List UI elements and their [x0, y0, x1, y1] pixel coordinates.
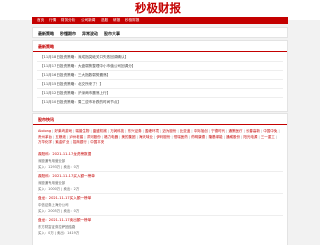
stock-link[interactable]: 伊利股份: [156, 135, 170, 139]
stock-link[interactable]: 阳光电源: [243, 135, 257, 139]
divider: [37, 79, 283, 80]
post-line: 买入：1293万 | 卖出：0万: [38, 165, 80, 169]
strategy-item[interactable]: 【11月12日投资策略：沪深两市震荡上行】: [40, 90, 110, 96]
top-nav: 首页 行情 财务分析 公司新闻 选股 研报 秒极财报: [32, 17, 288, 24]
stock-link[interactable]: 中国中免: [263, 129, 277, 133]
stock-link[interactable]: 比亚迪: [180, 129, 191, 133]
post-line: 买入：0万 | 卖出：1419万: [38, 231, 80, 235]
post-line: 深股通专用营业部: [38, 181, 66, 185]
stock-link[interactable]: 万润科技: [110, 129, 124, 133]
stock-link[interactable]: 好莱坞游戏: [54, 129, 72, 133]
stock-link[interactable]: 三一重工: [261, 135, 275, 139]
stock-link[interactable]: 恒瑞医药: [174, 135, 188, 139]
tab-futures[interactable]: 秒懂期市: [60, 28, 76, 39]
site-logo[interactable]: 秒极财报: [135, 1, 187, 16]
divider: [37, 171, 283, 172]
news-title-divider: [33, 124, 287, 125]
stock-link-list: Aiolong | 好莱坞游戏 | 瑞普生物 | 晶盛机械 | 万润科技 | 东…: [38, 129, 284, 146]
stock-link[interactable]: 药明康德: [191, 135, 205, 139]
nav-item-miaoji[interactable]: 秒极财报: [125, 17, 139, 24]
post-title[interactable]: 鼎阳科：2021-11-17龙虎榜数据: [38, 152, 91, 157]
stock-link[interactable]: 宁德时代: [211, 129, 225, 133]
strategy-item[interactable]: 【11月16日投资策略：三大指数弱势震荡】: [40, 72, 110, 78]
stock-link[interactable]: 泸州老窖: [69, 135, 83, 139]
nav-item-financial-analysis[interactable]: 财务分析: [61, 17, 75, 24]
tab-bar: 最新策略 秒懂期市 异常波动 股市大事: [32, 27, 288, 38]
strategy-item[interactable]: 【11月10日投资策略：周二逆市补跌的时间节点】: [40, 99, 121, 105]
stock-link[interactable]: 迈为股份: [162, 129, 176, 133]
stock-link[interactable]: 瑞普生物: [75, 129, 89, 133]
stock-link[interactable]: 紫金矿业: [55, 140, 69, 144]
stock-link[interactable]: 海天味业: [139, 135, 153, 139]
nav-item-quotes[interactable]: 行情: [49, 17, 56, 24]
post-title[interactable]: 鼎阳科：2021-11-17买入额一榜单: [38, 174, 95, 179]
stock-link-separator: |: [277, 129, 280, 133]
divider: [37, 215, 283, 216]
stock-link[interactable]: 隆基绿能: [209, 135, 223, 139]
strategy-title: 最新策略: [38, 44, 54, 49]
stock-link[interactable]: 通策医疗: [229, 129, 243, 133]
stock-link[interactable]: 盈峰环境: [145, 129, 159, 133]
divider: [37, 70, 283, 71]
stock-link[interactable]: 贵州茅台: [38, 135, 52, 139]
stock-link[interactable]: 通威股份: [226, 135, 240, 139]
stock-link[interactable]: Aiolong: [38, 129, 51, 133]
strategy-item[interactable]: 【11月15日投资策略：北交所来了！】: [40, 81, 103, 87]
strategy-panel: 最新策略 【11月18日投资策略：深成指突破关口失败回调确认】 【11月17日投…: [32, 40, 288, 112]
post-line: 东方财富证券拉萨团结路: [38, 225, 76, 229]
stock-link[interactable]: 万华化学: [38, 140, 52, 144]
tab-latest-strategy[interactable]: 最新策略: [38, 28, 54, 39]
news-title: 股市快讯: [38, 117, 54, 122]
stock-link[interactable]: 五粮液: [55, 135, 66, 139]
stock-link[interactable]: 长春高新: [246, 129, 260, 133]
stock-link[interactable]: 中际旭创: [194, 129, 208, 133]
post-title[interactable]: 盘龙：2021-11-17卖出额一榜单: [38, 218, 91, 223]
nav-item-home[interactable]: 首页: [37, 17, 44, 24]
stock-link[interactable]: 格力电器: [104, 135, 118, 139]
post-line: 买入：1000万 | 卖出：2万: [38, 187, 80, 191]
divider: [37, 61, 283, 62]
nav-item-company-news[interactable]: 公司新闻: [81, 17, 95, 24]
divider: [37, 88, 283, 89]
post-line: 买入：2005万 | 卖出：0万: [38, 209, 80, 213]
tab-market-events[interactable]: 股市大事: [104, 28, 120, 39]
strategy-title-divider: [33, 51, 287, 52]
nav-item-research[interactable]: 研报: [113, 17, 120, 24]
post-title[interactable]: 盘龙：2021-11-17买入额一榜单: [38, 196, 91, 201]
stock-link[interactable]: 晶盛机械: [93, 129, 107, 133]
nav-item-stock-picking[interactable]: 选股: [101, 17, 108, 24]
divider: [37, 193, 283, 194]
stock-link-separator: |: [274, 134, 278, 139]
post-line: 中信证券上海分公司: [38, 203, 69, 207]
strategy-item[interactable]: 【11月18日投资策略：深成指突破关口失败回调确认】: [40, 54, 128, 60]
divider: [37, 97, 283, 98]
stock-link[interactable]: 东兴证券: [128, 129, 142, 133]
news-panel: 股市快讯 Aiolong | 好莱坞游戏 | 瑞普生物 | 晶盛机械 | 万润科…: [32, 113, 288, 245]
strategy-item[interactable]: 【11月17日投资策略：大盘弱势整理中小市值公司回调分】: [40, 63, 135, 69]
stock-link[interactable]: 招商银行: [73, 140, 87, 144]
stock-link[interactable]: 中国平安: [90, 140, 104, 144]
post-line: 深股通专用营业部: [38, 159, 66, 163]
tab-abnormal-moves[interactable]: 异常波动: [82, 28, 98, 39]
stock-link[interactable]: 美的集团: [122, 135, 136, 139]
stock-link[interactable]: 洋河股份: [87, 135, 101, 139]
